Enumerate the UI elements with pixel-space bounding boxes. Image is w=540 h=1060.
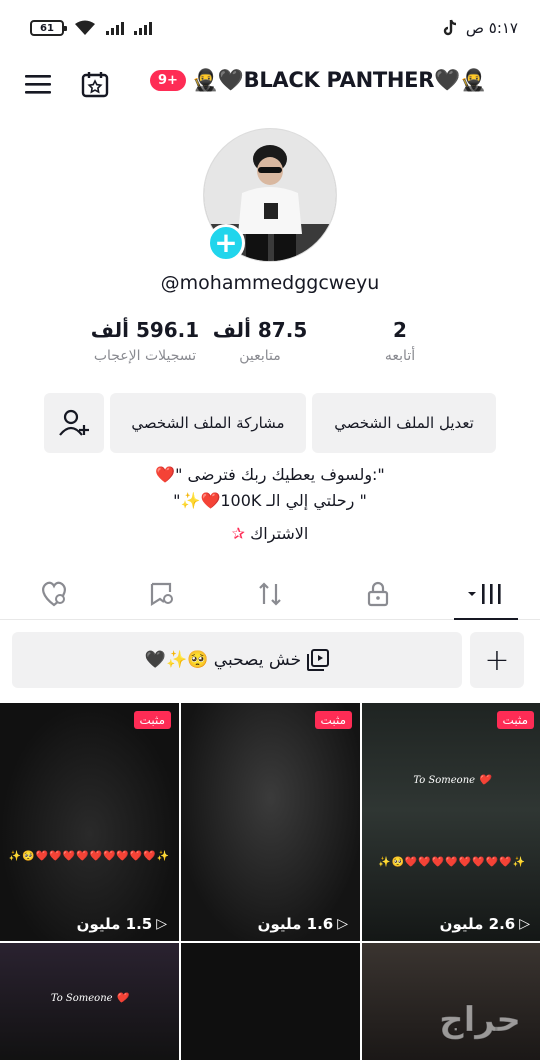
video-overlay-text: ✨🥺❤️❤️❤️❤️❤️❤️❤️❤️✨ xyxy=(378,857,526,868)
video-thumbnail[interactable]: مثبت To Someone ❤️ ✨🥺❤️❤️❤️❤️❤️❤️❤️❤️✨ ▷… xyxy=(362,703,540,941)
notification-badge[interactable]: 9+ xyxy=(150,70,186,91)
creator-calendar-icon[interactable] xyxy=(80,69,110,99)
profile-actions: مشاركة الملف الشخصي تعديل الملف الشخصي xyxy=(44,393,496,453)
view-count-value: 1.5 مليون xyxy=(76,915,153,933)
play-icon: ▷ xyxy=(156,916,167,932)
bookmark-hidden-icon xyxy=(150,582,173,606)
profile-stats: 2 أتابعه 87.5 ألف متابعين 596.1 ألف تسجي… xyxy=(0,318,540,378)
stat-likes[interactable]: 596.1 ألف تسجيلات الإعجاب xyxy=(70,318,220,364)
battery-level: 61 xyxy=(40,22,54,34)
video-caption: To Someone ❤️ xyxy=(50,993,129,1004)
bio: ":ولسوف يعطيك ربك فترضى "❤️ " رحلتي إلي … xyxy=(0,462,540,514)
play-icon: ▷ xyxy=(519,916,530,932)
status-time: ٥:١٧ ص xyxy=(465,19,518,37)
add-user-icon xyxy=(59,409,89,436)
likes-label: تسجيلات الإعجاب xyxy=(93,348,197,364)
video-thumbnail[interactable]: مثبت ▷ 1.6 مليون xyxy=(181,703,360,941)
profile-tabs xyxy=(0,568,540,620)
tab-reposts[interactable] xyxy=(216,568,324,619)
view-count: ▷ 1.6 مليون xyxy=(258,915,348,933)
pinned-badge: مثبت xyxy=(314,711,352,729)
video-overlay-text: ✨🥺❤️❤️❤️❤️❤️❤️❤️❤️❤️✨ xyxy=(8,851,171,862)
tab-videos[interactable] xyxy=(432,568,540,620)
top-nav: 9+ 🥷🖤BLACK PANTHER🖤🥷 xyxy=(0,56,540,112)
video-caption: To Someone ❤️ xyxy=(413,775,491,786)
subscription-link[interactable]: الاشتراك ✰ xyxy=(0,524,540,543)
wifi-icon xyxy=(75,20,95,35)
play-icon: ▷ xyxy=(337,916,348,932)
view-count: ▷ 1.5 مليون xyxy=(77,915,167,933)
add-friends-button[interactable] xyxy=(44,393,104,453)
avatar-container[interactable]: + xyxy=(203,128,337,262)
pinned-badge: مثبت xyxy=(133,711,171,729)
playlist-label: خش يصحبي 🥺✨🖤 xyxy=(144,650,302,670)
followers-label: متابعين xyxy=(239,348,281,364)
view-count-value: 1.6 مليون xyxy=(257,915,334,933)
pinned-badge: مثبت xyxy=(496,711,534,729)
repost-icon xyxy=(259,581,281,606)
share-profile-button[interactable]: مشاركة الملف الشخصي xyxy=(110,393,306,453)
bio-line-2: " رحلتي إلي الـ 100K❤️✨" xyxy=(173,491,367,510)
bio-line-1: ":ولسوف يعطيك ربك فترضى "❤️ xyxy=(155,465,385,484)
videos-grid-icon xyxy=(468,583,501,604)
edit-profile-button[interactable]: تعديل الملف الشخصي xyxy=(312,393,496,453)
view-count: ▷ 2.6 مليون xyxy=(440,915,530,933)
video-thumbnail[interactable]: To Someone ❤️ xyxy=(0,943,179,1060)
subscription-label: الاشتراك xyxy=(250,524,309,543)
tiktok-icon xyxy=(443,19,456,36)
profile-title[interactable]: 🥷🖤BLACK PANTHER🖤🥷 xyxy=(192,68,486,93)
heart-hidden-icon xyxy=(42,581,66,606)
battery-icon: 61 xyxy=(30,20,67,36)
playlist-row: خش يصحبي 🥺✨🖤 + xyxy=(12,632,524,688)
stat-following[interactable]: 2 أتابعه xyxy=(360,318,440,364)
playlist-icon xyxy=(307,649,330,671)
haraj-watermark: حراج xyxy=(430,995,530,1045)
likes-count: 596.1 ألف xyxy=(90,318,200,342)
video-thumbnail[interactable]: مثبت ✨🥺❤️❤️❤️❤️❤️❤️❤️❤️❤️✨ ▷ 1.5 مليون xyxy=(0,703,179,941)
add-playlist-button[interactable]: + xyxy=(470,632,524,688)
status-bar: 61 ٥:١٧ ص xyxy=(0,0,540,56)
tab-private[interactable] xyxy=(324,568,432,619)
playlist-card[interactable]: خش يصحبي 🥺✨🖤 xyxy=(12,632,462,688)
video-thumbnail[interactable] xyxy=(181,943,360,1060)
signal-icon-2 xyxy=(134,21,152,35)
svg-text:حراج: حراج xyxy=(439,1000,521,1040)
signal-icon xyxy=(106,21,124,35)
profile-handle: @mohammedggcweyu xyxy=(160,272,380,294)
subscription-star-icon: ✰ xyxy=(231,524,246,543)
tab-liked[interactable] xyxy=(0,568,108,619)
following-count: 2 xyxy=(393,318,407,342)
view-count-value: 2.6 مليون xyxy=(439,915,516,933)
lock-icon xyxy=(367,581,389,606)
following-label: أتابعه xyxy=(384,348,416,364)
followers-count: 87.5 ألف xyxy=(212,318,308,342)
menu-icon[interactable] xyxy=(24,69,54,99)
stat-followers[interactable]: 87.5 ألف متابعين xyxy=(210,318,310,364)
tab-favorites[interactable] xyxy=(108,568,216,619)
add-story-button[interactable]: + xyxy=(207,224,245,262)
